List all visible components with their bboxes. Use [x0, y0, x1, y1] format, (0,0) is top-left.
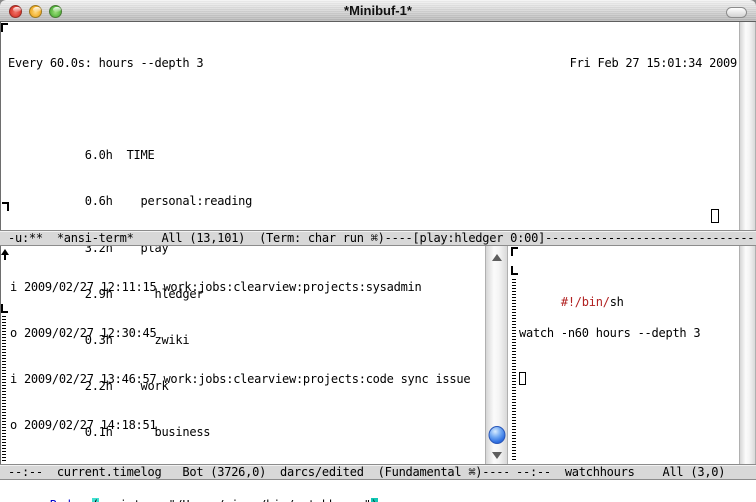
shebang-interpreter: #!/bin/	[561, 295, 610, 309]
timelog-scrollbar-track[interactable]	[485, 246, 508, 464]
shebang-name: sh	[610, 295, 624, 309]
terminal-hollow-cursor	[711, 209, 719, 223]
watchhours-scrollbar-track[interactable]	[739, 246, 756, 464]
buffer-bottom-corner-icon	[511, 266, 518, 275]
scroll-down-arrow-icon[interactable]	[492, 452, 502, 459]
window-title: *Minibuf-1*	[0, 3, 756, 18]
title-bar[interactable]: *Minibuf-1*	[0, 0, 756, 22]
minibuffer-command: ansi-term "/Users/simon/bin/watchhours"	[99, 498, 371, 502]
script-line: watch -n60 hours --depth 3	[519, 326, 737, 341]
report-line: 0.6h personal:reading	[8, 194, 737, 209]
timelog-entry: i 2009/02/27 12:11:15 work:jobs:clearvie…	[10, 280, 484, 295]
scroll-above-indicator-icon	[1, 249, 9, 255]
timelog-entry: o 2009/02/27 14:18:51	[10, 418, 484, 433]
buffer-top-corner-icon	[511, 247, 518, 256]
matched-open-paren: (	[92, 498, 99, 502]
minibuffer-prompt: Redo:	[50, 498, 92, 502]
modeline-timelog[interactable]: --:-- current.timelog Bot (3726,0) darcs…	[0, 464, 508, 480]
cursor-on-close-paren: )	[371, 498, 378, 502]
empty-line-indicator	[512, 279, 516, 462]
buffer-bottom-corner-icon	[1, 304, 8, 313]
modeline-watchhours[interactable]: --:-- watchhours All (3,0)	[508, 464, 756, 480]
timelog-entry: i 2009/02/27 13:46:57 work:jobs:clearvie…	[10, 372, 484, 387]
timelog-entry: o 2009/02/27 12:30:45	[10, 326, 484, 341]
watch-command-text: Every 60.0s: hours --depth 3	[8, 56, 203, 71]
buffer-top-corner-icon	[1, 23, 8, 32]
minibuffer[interactable]: Redo: (ansi-term "/Users/simon/bin/watch…	[0, 480, 756, 502]
scrollbar-thumb[interactable]	[488, 426, 505, 444]
scroll-up-arrow-icon[interactable]	[492, 254, 502, 261]
modeline-ansi-term[interactable]: -u:** *ansi-term* All (13,101) (Term: ch…	[0, 230, 756, 246]
watchhours-pane[interactable]: #!/bin/sh watch -n60 hours --depth 3	[519, 249, 737, 418]
emacs-frame: *Minibuf-1* Every 60.0s: hours --depth 3…	[0, 0, 756, 502]
script-hollow-cursor	[519, 372, 526, 385]
report-line: 6.0h TIME	[8, 148, 737, 163]
toolbar-toggle-button[interactable]	[726, 7, 747, 18]
term-scrollbar-track[interactable]	[739, 22, 756, 230]
watch-timestamp: Fri Feb 27 15:01:34 2009	[570, 56, 737, 71]
empty-line-indicator	[2, 316, 6, 462]
